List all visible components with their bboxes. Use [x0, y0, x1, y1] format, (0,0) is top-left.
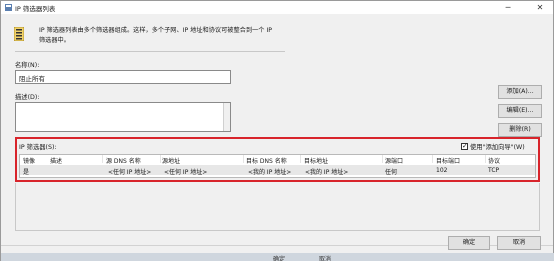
- ip-filter-list-dialog: IP 筛选器列表 ─ ✕ IP 筛选器列表由多个筛选器组成。这样，多个子网、IP…: [0, 0, 554, 261]
- description-label: 描述(D):: [15, 94, 40, 101]
- column-header[interactable]: 目标端口: [436, 156, 460, 165]
- column-header[interactable]: 目标 DNS 名称: [246, 156, 287, 165]
- header-divider[interactable]: [382, 155, 383, 163]
- checkbox-box[interactable]: ✓: [461, 142, 468, 150]
- dialog-description: IP 筛选器列表由多个筛选器组成。这样，多个子网、IP 地址和协议可被整合到一个…: [39, 27, 272, 44]
- cell-destination-port: 102: [436, 167, 448, 174]
- header-divider[interactable]: [160, 155, 161, 163]
- close-icon[interactable]: ✕: [531, 1, 549, 14]
- cell-destination-address: <我的 IP 地址>: [305, 169, 349, 176]
- use-wizard-label: 使用"添加向导"(W): [470, 144, 525, 151]
- filter-list-empty-area: [15, 183, 540, 231]
- name-label: 名称(N):: [15, 62, 40, 69]
- cell-source-port: 任何: [385, 169, 398, 176]
- filter-highlight-frame: IP 筛选器(S): ✓ 使用"添加向导"(W) 镜像 描述 源 DNS 名称 源…: [15, 137, 540, 182]
- cancel-button[interactable]: 取消: [497, 236, 541, 250]
- background-cancel-button[interactable]: 取消: [319, 254, 331, 261]
- use-wizard-checkbox[interactable]: ✓ 使用"添加向导"(W): [461, 142, 525, 151]
- description-input[interactable]: [15, 102, 231, 132]
- minimize-icon[interactable]: ─: [499, 1, 517, 14]
- name-input[interactable]: 阻止所有: [15, 70, 231, 84]
- column-header[interactable]: 源端口: [385, 156, 403, 165]
- ok-button[interactable]: 确定: [448, 236, 490, 250]
- column-header[interactable]: 协议: [488, 156, 500, 165]
- background-ok-button[interactable]: 确定: [273, 254, 285, 261]
- column-header[interactable]: 目标地址: [304, 156, 328, 165]
- filter-panel: IP 筛选器(S): ✓ 使用"添加向导"(W) 镜像 描述 源 DNS 名称 源…: [17, 139, 538, 180]
- filter-list-icon: [14, 27, 24, 41]
- header-divider[interactable]: [432, 155, 433, 163]
- column-header[interactable]: 源 DNS 名称: [106, 156, 141, 165]
- background-window-strip: 确定 取消: [1, 253, 554, 261]
- header-divider[interactable]: [102, 155, 103, 163]
- cell-mirrored: 是: [23, 169, 30, 176]
- cell-destination-dns: <我的 IP 地址>: [248, 169, 292, 176]
- window-title: IP 筛选器列表: [15, 5, 56, 13]
- description-scrollbar[interactable]: [223, 103, 230, 131]
- cell-protocol: TCP: [488, 167, 500, 174]
- header-divider[interactable]: [243, 155, 244, 163]
- header-divider[interactable]: [485, 155, 486, 163]
- cell-source-address: <任何 IP 地址>: [164, 169, 208, 176]
- app-icon: [5, 4, 12, 11]
- column-header[interactable]: 源地址: [162, 156, 180, 165]
- checkmark-icon: ✓: [462, 142, 468, 150]
- add-button[interactable]: 添加(A)...: [498, 85, 542, 99]
- ip-filter-list[interactable]: 镜像 描述 源 DNS 名称 源地址 目标 DNS 名称 目标地址 源端口 目标…: [19, 154, 536, 178]
- ip-filters-label: IP 筛选器(S):: [19, 144, 57, 151]
- title-bar: IP 筛选器列表 ─ ✕: [1, 1, 553, 14]
- header-divider[interactable]: [300, 155, 301, 163]
- cell-source-dns: <任何 IP 地址>: [108, 169, 152, 176]
- remove-button[interactable]: 删除(R): [498, 123, 542, 137]
- edit-button[interactable]: 编辑(E)...: [498, 104, 542, 118]
- column-header[interactable]: 镜像: [23, 156, 35, 165]
- header-divider: [15, 51, 285, 52]
- column-header[interactable]: 描述: [50, 156, 62, 165]
